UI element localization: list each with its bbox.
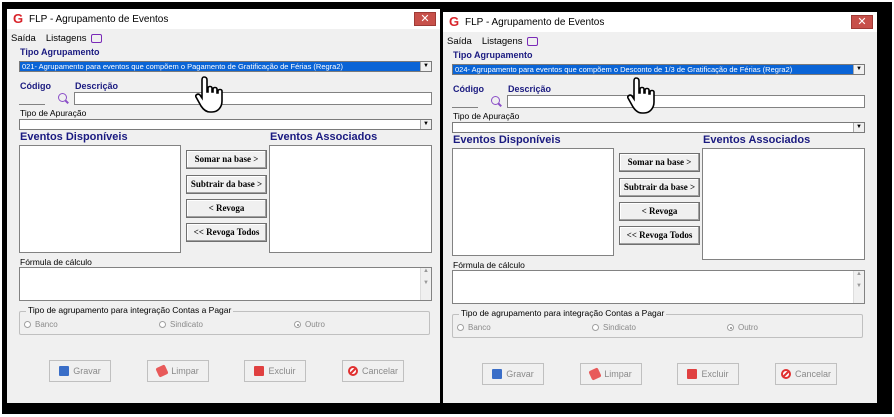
revoga-todos-button[interactable]: << Revoga Todos	[619, 226, 700, 245]
codigo-field[interactable]	[452, 95, 478, 108]
limpar-button[interactable]: Limpar	[147, 360, 209, 382]
descricao-field[interactable]	[507, 95, 865, 108]
revoga-todos-button[interactable]: << Revoga Todos	[186, 223, 267, 242]
descricao-field[interactable]	[74, 92, 432, 105]
window-right: G FLP - Agrupamento de Eventos ✕ Saída L…	[443, 12, 877, 403]
close-button[interactable]: ✕	[851, 15, 873, 29]
title-bar: G FLP - Agrupamento de Eventos ✕	[7, 9, 440, 29]
scrollbar[interactable]: ▲ ▼	[853, 271, 864, 303]
descricao-label: Descrição	[75, 81, 119, 91]
hand-cursor-icon	[627, 77, 655, 114]
flp-logo-icon: G	[449, 14, 460, 29]
menu-saida[interactable]: Saída	[447, 36, 472, 47]
excluir-button[interactable]: Excluir	[244, 360, 306, 382]
radio-outro[interactable]: Outro	[294, 320, 325, 329]
radio-dot[interactable]	[294, 321, 301, 328]
menu-saida[interactable]: Saída	[11, 33, 36, 44]
somar-button[interactable]: Somar na base >	[619, 153, 700, 172]
radio-banco[interactable]: Banco	[24, 320, 58, 329]
gravar-button[interactable]: Gravar	[482, 363, 544, 385]
cancel-icon	[780, 369, 791, 379]
radio-sindicato[interactable]: Sindicato	[159, 320, 203, 329]
eventos-disponiveis-label: Eventos Disponíveis	[20, 131, 128, 143]
eventos-associados-label: Eventos Associados	[703, 134, 811, 146]
revoga-button[interactable]: < Revoga	[619, 202, 700, 221]
eventos-associados-list[interactable]	[702, 148, 865, 260]
subtrair-button[interactable]: Subtrair da base >	[186, 175, 267, 194]
formula-label: Fórmula de cálculo	[20, 257, 92, 267]
scrollbar[interactable]: ▲ ▼	[420, 268, 431, 300]
eventos-associados-label: Eventos Associados	[270, 131, 378, 143]
tipo-agrupamento-label: Tipo Agrupamento	[20, 47, 100, 57]
radio-dot[interactable]	[159, 321, 166, 328]
integracao-group: Tipo de agrupamento para integração Cont…	[452, 308, 863, 338]
radio-dot[interactable]	[457, 324, 464, 331]
somar-button[interactable]: Somar na base >	[186, 150, 267, 169]
revoga-button[interactable]: < Revoga	[186, 199, 267, 218]
eventos-disponiveis-label: Eventos Disponíveis	[453, 134, 561, 146]
radio-dot[interactable]	[592, 324, 599, 331]
codigo-label: Código	[20, 81, 51, 91]
tipo-apuracao-select[interactable]: ▼	[452, 122, 865, 133]
tipo-agrupamento-value: 024- Agrupamento para eventos que compõe…	[455, 65, 793, 74]
tipo-agrupamento-select[interactable]: 024- Agrupamento para eventos que compõe…	[452, 64, 865, 75]
window-title: FLP - Agrupamento de Eventos	[465, 16, 605, 28]
codigo-field[interactable]	[19, 92, 45, 105]
cancelar-button[interactable]: Cancelar	[342, 360, 404, 382]
search-icon[interactable]	[58, 93, 67, 102]
tipo-agrupamento-select[interactable]: 021- Agrupamento para eventos que compõe…	[19, 61, 432, 72]
title-bar: G FLP - Agrupamento de Eventos ✕	[443, 12, 877, 32]
window-left: G FLP - Agrupamento de Eventos ✕ Saída L…	[7, 9, 440, 403]
codigo-label: Código	[453, 84, 484, 94]
search-icon[interactable]	[491, 96, 500, 105]
trash-icon	[687, 369, 698, 379]
cancel-icon	[347, 366, 358, 376]
tipo-apuracao-label: Tipo de Apuração	[20, 108, 87, 118]
chevron-down-icon[interactable]: ▼	[420, 62, 431, 71]
menu-listagens[interactable]: Listagens	[46, 33, 87, 44]
tipo-apuracao-label: Tipo de Apuração	[453, 111, 520, 121]
eraser-icon	[588, 367, 602, 381]
excluir-button[interactable]: Excluir	[677, 363, 739, 385]
chevron-down-icon[interactable]: ▼	[420, 120, 431, 129]
chevron-down-icon[interactable]: ▼	[853, 65, 864, 74]
radio-dot[interactable]	[24, 321, 31, 328]
radio-dot[interactable]	[727, 324, 734, 331]
trash-icon	[254, 366, 265, 376]
save-icon	[59, 366, 70, 376]
formula-field[interactable]: ▲ ▼	[452, 270, 865, 304]
tipo-apuracao-select[interactable]: ▼	[19, 119, 432, 130]
menu-listagens[interactable]: Listagens	[482, 36, 523, 47]
radio-outro[interactable]: Outro	[727, 323, 758, 332]
menu-bar: Saída Listagens	[7, 29, 440, 47]
close-button[interactable]: ✕	[414, 12, 436, 26]
integracao-group: Tipo de agrupamento para integração Cont…	[19, 305, 430, 335]
subtrair-button[interactable]: Subtrair da base >	[619, 178, 700, 197]
integracao-group-title: Tipo de agrupamento para integração Cont…	[459, 308, 667, 318]
save-icon	[492, 369, 503, 379]
eventos-disponiveis-list[interactable]	[19, 145, 181, 253]
integracao-group-title: Tipo de agrupamento para integração Cont…	[26, 305, 234, 315]
eventos-associados-list[interactable]	[269, 145, 432, 253]
eraser-icon	[155, 364, 169, 378]
gravar-button[interactable]: Gravar	[49, 360, 111, 382]
limpar-button[interactable]: Limpar	[580, 363, 642, 385]
flp-logo-icon: G	[13, 11, 24, 26]
descricao-label: Descrição	[508, 84, 552, 94]
radio-banco[interactable]: Banco	[457, 323, 491, 332]
monitor-icon[interactable]	[526, 36, 538, 46]
tipo-agrupamento-value: 021- Agrupamento para eventos que compõe…	[22, 62, 344, 71]
hand-cursor-icon	[195, 76, 223, 113]
menu-bar: Saída Listagens	[443, 32, 877, 50]
formula-label: Fórmula de cálculo	[453, 260, 525, 270]
cancelar-button[interactable]: Cancelar	[775, 363, 837, 385]
chevron-down-icon[interactable]: ▼	[853, 123, 864, 132]
monitor-icon[interactable]	[90, 33, 102, 43]
eventos-disponiveis-list[interactable]	[452, 148, 614, 256]
formula-field[interactable]: ▲ ▼	[19, 267, 432, 301]
tipo-agrupamento-label: Tipo Agrupamento	[453, 50, 533, 60]
radio-sindicato[interactable]: Sindicato	[592, 323, 636, 332]
window-title: FLP - Agrupamento de Eventos	[29, 13, 169, 25]
